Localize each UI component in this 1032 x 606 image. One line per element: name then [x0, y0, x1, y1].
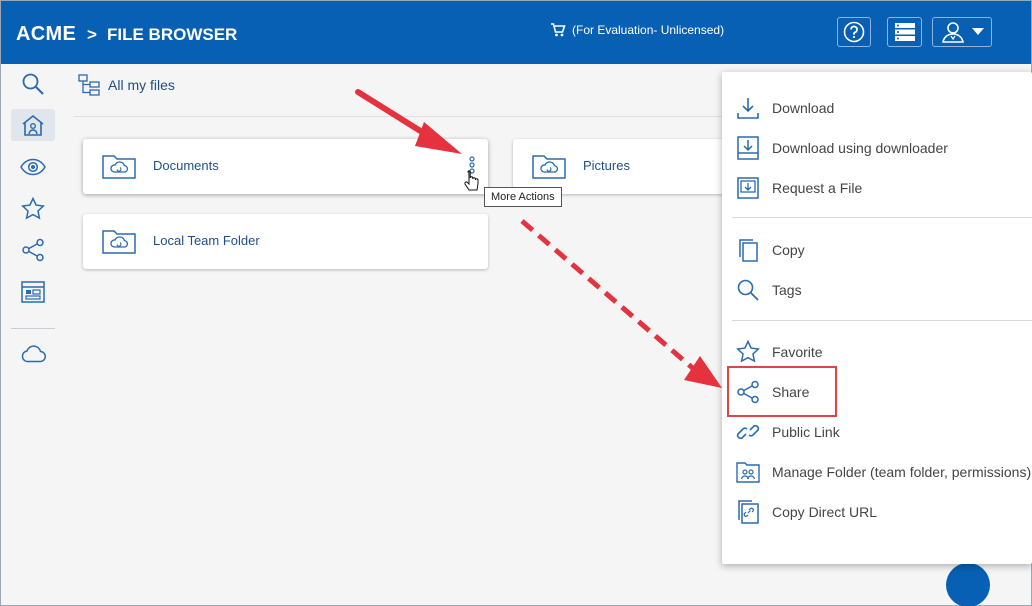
rail-cloud[interactable] — [11, 338, 55, 370]
server-icon — [894, 23, 915, 41]
rail-dashboard[interactable] — [11, 276, 55, 308]
content-divider — [74, 116, 724, 117]
download-icon — [737, 98, 759, 119]
star-icon — [21, 197, 45, 220]
share-icon — [22, 238, 44, 262]
evaluation-label: (For Evaluation- Unlicensed) — [572, 23, 725, 37]
chevron-down-icon — [972, 28, 984, 35]
top-bar: ACME > FILE BROWSER (For Evaluation- Unl… — [1, 1, 1031, 64]
folder-card-local-team[interactable]: Local Team Folder — [83, 214, 488, 269]
folder-tree-icon — [78, 74, 100, 96]
brand-logo[interactable]: ACME — [16, 23, 76, 46]
menu-item-label: Download — [772, 100, 835, 116]
menu-item-label: Manage Folder (team folder, permissions) — [772, 464, 1032, 480]
user-icon — [942, 22, 964, 43]
menu-item-tags[interactable]: Tags — [736, 275, 802, 305]
evaluation-notice[interactable]: (For Evaluation- Unlicensed) — [550, 23, 724, 37]
page-title: FILE BROWSER — [107, 25, 238, 44]
menu-item-label: Tags — [772, 282, 802, 298]
star-icon — [736, 340, 760, 363]
dashboard-icon — [21, 281, 45, 303]
rail-home[interactable] — [11, 109, 55, 141]
menu-item-label: Request a File — [772, 180, 863, 196]
menu-item-download-downloader[interactable]: Download using downloader — [736, 133, 948, 163]
menu-item-copy[interactable]: Copy — [736, 235, 805, 265]
menu-divider — [732, 217, 1032, 218]
search-icon — [22, 73, 44, 95]
rail-favorites[interactable] — [11, 193, 55, 225]
cart-icon — [551, 23, 566, 37]
manage-folder-icon — [736, 462, 760, 483]
search-icon — [737, 279, 759, 301]
menu-item-label: Copy Direct URL — [772, 504, 878, 520]
request-file-icon — [737, 177, 759, 199]
cloud-folder-icon — [102, 230, 136, 254]
direct-url-icon — [738, 500, 759, 524]
folder-name: Local Team Folder — [153, 233, 260, 248]
rail-recent[interactable] — [11, 151, 55, 183]
left-rail — [1, 64, 63, 605]
cloud-icon — [21, 345, 46, 363]
download-tray-icon — [737, 136, 759, 160]
menu-item-request-file[interactable]: Request a File — [736, 173, 862, 203]
all-files-link[interactable]: All my files — [78, 74, 175, 96]
add-fab-button[interactable] — [946, 563, 990, 606]
menu-item-label: Favorite — [772, 344, 823, 360]
home-icon — [22, 114, 44, 136]
menu-item-manage-folder[interactable]: Manage Folder (team folder, permissions) — [736, 457, 1031, 487]
help-button[interactable] — [837, 17, 871, 47]
menu-divider — [732, 320, 1032, 321]
menu-item-public-link[interactable]: Public Link — [736, 417, 840, 447]
folder-card-pictures[interactable]: Pictures — [513, 139, 724, 194]
menu-item-label: Download using downloader — [772, 140, 948, 156]
more-actions-tooltip: More Actions — [484, 187, 562, 207]
user-menu-button[interactable] — [932, 17, 992, 47]
eye-icon — [20, 158, 46, 176]
menu-item-label: Public Link — [772, 424, 840, 440]
folder-name: Documents — [153, 158, 219, 173]
folder-card-documents[interactable]: Documents — [83, 139, 488, 194]
menu-item-copy-direct-url[interactable]: Copy Direct URL — [736, 497, 877, 527]
cloud-folder-icon — [102, 155, 136, 179]
menu-item-favorite[interactable]: Favorite — [736, 337, 823, 367]
cloud-folder-icon — [532, 155, 566, 179]
rail-shares[interactable] — [11, 234, 55, 266]
more-vertical-icon[interactable] — [467, 156, 477, 176]
more-actions-menu: Download Download using downloader Reque… — [722, 72, 1032, 564]
help-icon — [843, 21, 865, 43]
folder-name: Pictures — [583, 158, 630, 173]
all-files-label: All my files — [108, 77, 175, 93]
menu-item-download[interactable]: Download — [736, 93, 834, 123]
copy-icon — [739, 239, 758, 262]
rail-search[interactable] — [11, 68, 55, 100]
rail-divider — [11, 328, 55, 329]
link-icon — [736, 424, 760, 440]
share-highlight-box — [727, 366, 837, 417]
server-button[interactable] — [887, 17, 922, 47]
breadcrumb-separator: > — [87, 25, 97, 44]
menu-item-label: Copy — [772, 242, 805, 258]
